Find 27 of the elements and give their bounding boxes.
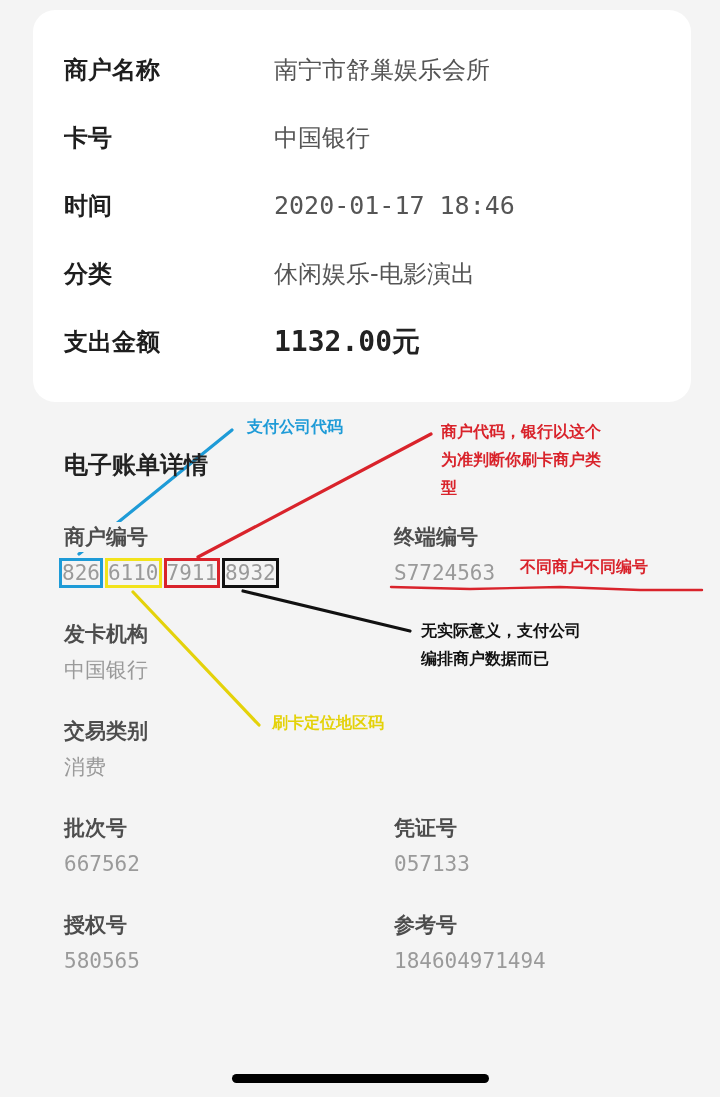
field-label: 商户名称 — [64, 55, 161, 86]
highlighted-digits: 7911 — [163, 558, 221, 588]
field-value: 休闲娱乐-电影演出 — [274, 259, 475, 290]
field-label: 分类 — [64, 259, 113, 290]
field-label: 支出金额 — [64, 327, 161, 358]
highlighted-digits: 6110 — [104, 558, 162, 588]
field-value: S7724563 — [394, 560, 496, 587]
field-label: 时间 — [64, 191, 113, 222]
field-value: 580565 — [64, 948, 140, 975]
annotation-text: 无实际意义，支付公司编排商户数据而已 — [421, 620, 582, 670]
field-value: 中国银行 — [274, 123, 370, 154]
field-value: 2020-01-17 18:46 — [274, 190, 515, 222]
annotation-text: 支付公司代码 — [247, 416, 343, 438]
field-value: 667562 — [64, 851, 140, 878]
highlighted-digits: 826 — [59, 558, 103, 588]
field-label: 商户编号 — [64, 522, 148, 552]
field-value: 南宁市舒巢娱乐会所 — [274, 55, 490, 86]
highlighted-digits: 8932 — [222, 558, 279, 588]
annotation-text: 刷卡定位地区码 — [272, 712, 384, 734]
amount-value: 1132.00元 — [274, 326, 420, 358]
annotation-text: 商户代码，银行以这个为准判断你刷卡商户类型 — [441, 421, 602, 499]
field-value: 184604971494 — [394, 948, 546, 975]
field-value: 消费 — [64, 754, 106, 781]
field-value: 中国银行 — [64, 657, 148, 684]
field-label: 卡号 — [64, 123, 113, 154]
annotation-text: 不同商户不同编号 — [520, 556, 648, 578]
field-value: 057133 — [394, 851, 470, 878]
